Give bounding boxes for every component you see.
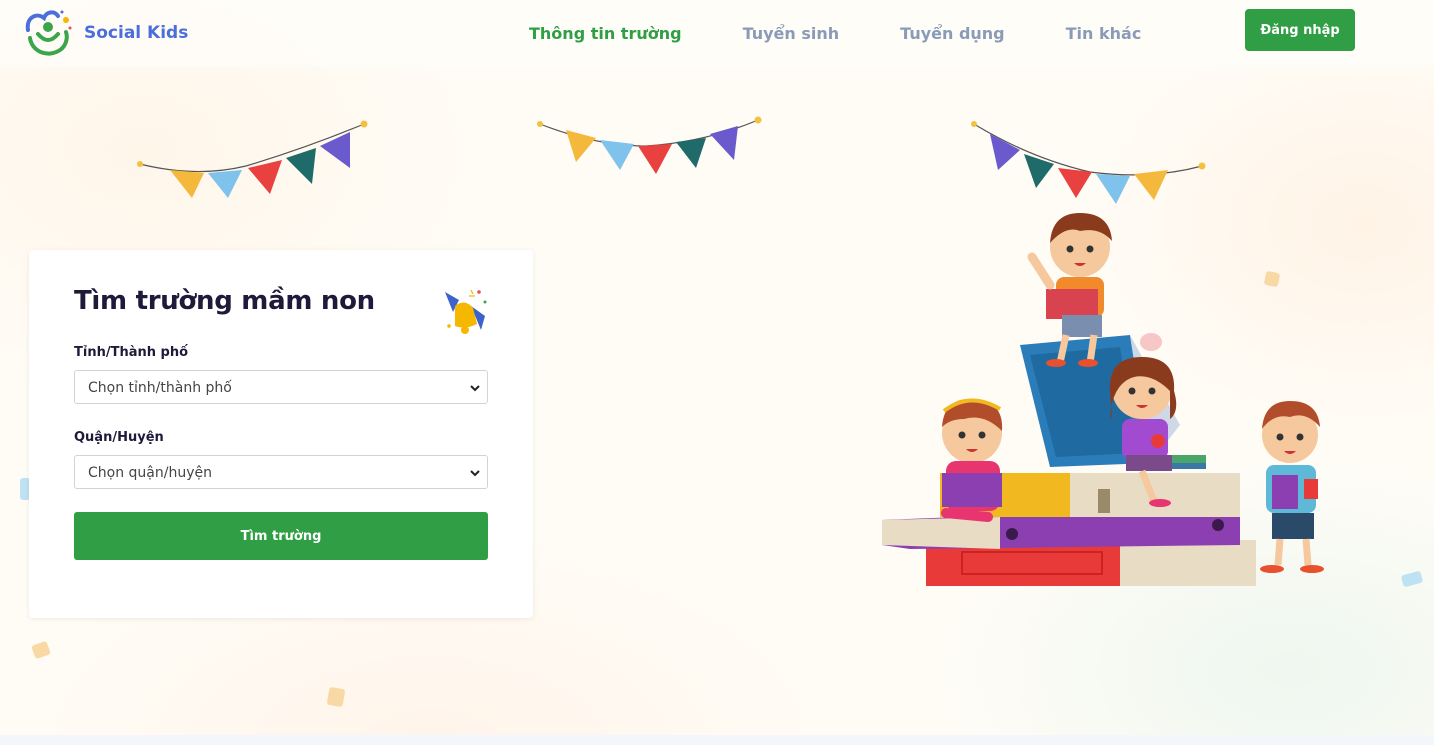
school-search-card: Tìm trường mầm non Tỉnh/Thành phố Chọn t… — [29, 250, 533, 618]
bunting-decoration — [971, 121, 1206, 204]
chevron-down-icon — [470, 470, 480, 477]
province-label: Tỉnh/Thành phố — [74, 345, 189, 360]
card-title: Tìm trường mầm non — [74, 286, 375, 316]
bunting-decoration — [537, 116, 762, 174]
login-button[interactable]: Đăng nhập — [1245, 9, 1355, 51]
chevron-down-icon — [470, 385, 480, 392]
site-header: Social Kids Thông tin trường Tuyển sinh … — [0, 0, 1434, 67]
nav-item-school-info[interactable]: Thông tin trường — [529, 24, 682, 43]
bunting-decoration — [137, 120, 368, 198]
nav-item-admissions[interactable]: Tuyển sinh — [743, 24, 840, 43]
nav-item-other-news[interactable]: Tin khác — [1066, 24, 1142, 43]
brand-name: Social Kids — [84, 23, 189, 43]
province-select-value: Chọn tỉnh/thành phố — [88, 380, 232, 396]
bell-icon — [445, 289, 487, 334]
children-reading-illustration — [882, 213, 1324, 586]
search-school-button[interactable]: Tìm trường — [74, 512, 488, 560]
main-nav: Thông tin trường Tuyển sinh Tuyển dụng T… — [529, 24, 1202, 43]
district-select[interactable]: Chọn quận/huyện — [74, 455, 488, 489]
logo-icon — [25, 10, 72, 56]
district-label: Quận/Huyện — [74, 430, 164, 445]
bottom-strip — [0, 735, 1434, 745]
brand-logo[interactable]: Social Kids — [22, 8, 188, 58]
confetti-piece — [326, 686, 346, 708]
province-select[interactable]: Chọn tỉnh/thành phố — [74, 370, 488, 404]
district-select-value: Chọn quận/huyện — [88, 465, 212, 481]
nav-item-recruitment[interactable]: Tuyển dụng — [900, 24, 1004, 43]
